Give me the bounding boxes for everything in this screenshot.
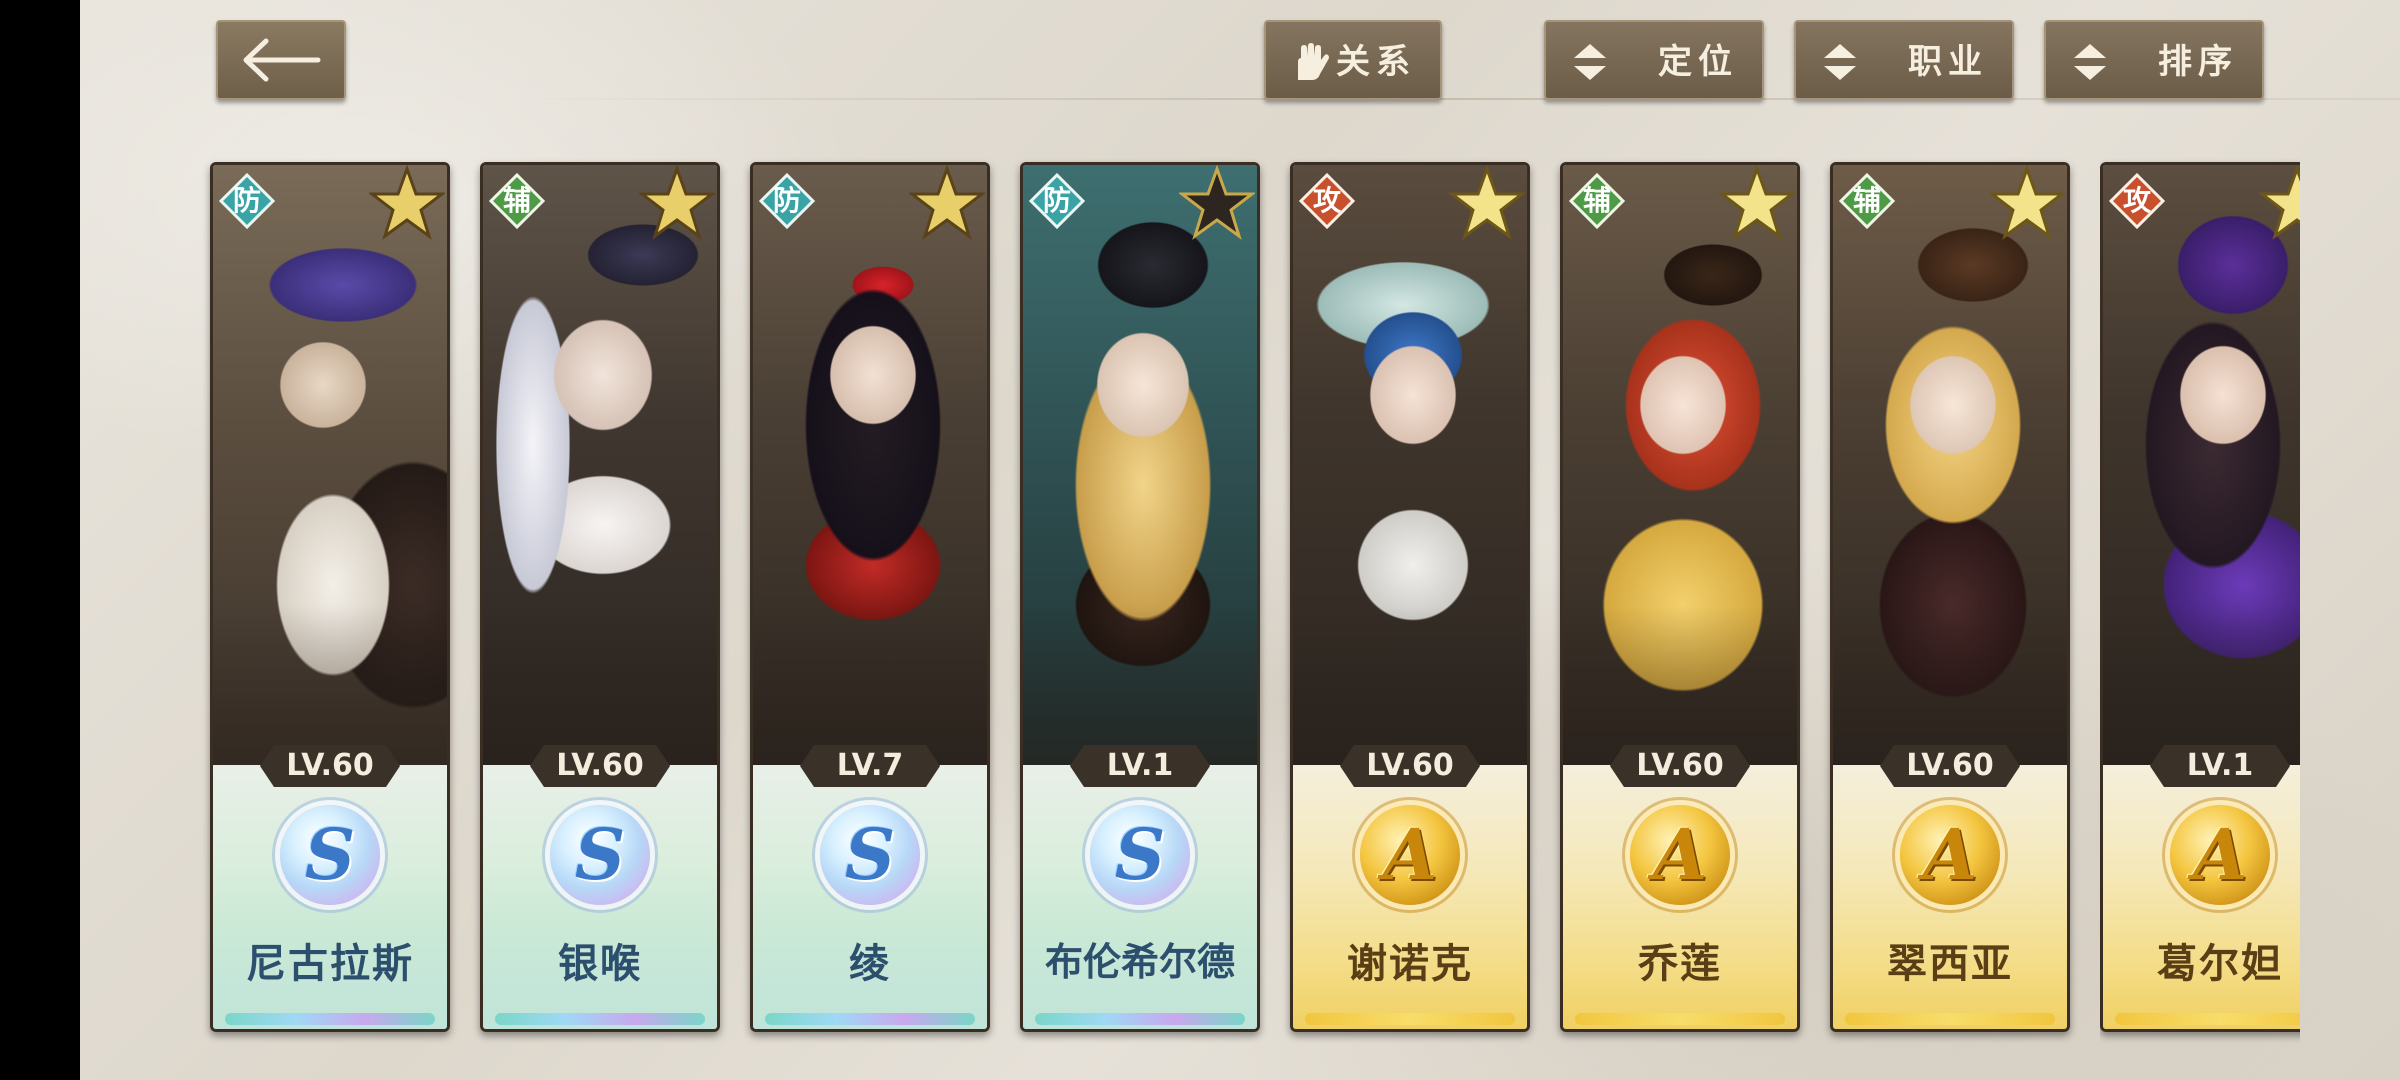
character-card[interactable]: 辅 LV.60 S 银喉 bbox=[480, 162, 720, 1032]
card-bottom-bar bbox=[495, 1013, 705, 1025]
card-bottom-bar bbox=[765, 1013, 975, 1025]
role-badge: 攻 bbox=[2109, 173, 2165, 229]
position-filter-label: 定位 bbox=[1658, 42, 1738, 82]
class-filter-button[interactable]: 职业 bbox=[1794, 20, 2014, 100]
level-label: LV.60 bbox=[260, 745, 400, 787]
character-card[interactable]: 攻 LV.60 A 谢诺克 bbox=[1290, 162, 1530, 1032]
card-bottom-bar bbox=[1305, 1013, 1515, 1025]
role-badge: 防 bbox=[759, 173, 815, 229]
card-bottom-bar bbox=[225, 1013, 435, 1025]
sort-updown-icon bbox=[1574, 44, 1606, 80]
sort-button[interactable]: 排序 bbox=[2044, 20, 2264, 100]
card-clip-region: 攻 LV.1 A 葛尔妲 bbox=[2100, 150, 2300, 1050]
character-card[interactable]: 防 LV.7 S 绫 bbox=[750, 162, 990, 1032]
level-label: LV.60 bbox=[1340, 745, 1480, 787]
role-badge: 防 bbox=[1029, 173, 1085, 229]
relationship-button-label: 关系 bbox=[1336, 42, 1416, 82]
role-badge: 辅 bbox=[1569, 173, 1625, 229]
character-portrait bbox=[753, 165, 987, 785]
card-bottom-bar bbox=[1845, 1013, 2055, 1025]
rarity-a-icon: A bbox=[1360, 805, 1460, 905]
role-badge: 防 bbox=[219, 173, 275, 229]
character-portrait bbox=[1833, 165, 2067, 785]
star-icon bbox=[2259, 165, 2300, 240]
character-name: 翠西亚 bbox=[1887, 941, 2013, 987]
character-portrait bbox=[1023, 165, 1257, 785]
level-label: LV.1 bbox=[2150, 745, 2290, 787]
rarity-s-icon: S bbox=[1090, 805, 1190, 905]
level-label: LV.60 bbox=[1610, 745, 1750, 787]
character-name: 尼古拉斯 bbox=[246, 941, 414, 987]
card-bottom-bar bbox=[2115, 1013, 2300, 1025]
back-arrow-icon bbox=[243, 38, 321, 82]
character-portrait bbox=[2103, 165, 2300, 785]
rarity-s-icon: S bbox=[550, 805, 650, 905]
sort-updown-icon bbox=[2074, 44, 2106, 80]
star-icon bbox=[369, 165, 445, 240]
level-label: LV.60 bbox=[1880, 745, 2020, 787]
character-name: 绫 bbox=[849, 941, 891, 987]
sort-button-label: 排序 bbox=[2158, 42, 2238, 82]
star-icon bbox=[1719, 165, 1795, 240]
position-filter-button[interactable]: 定位 bbox=[1544, 20, 1764, 100]
character-card[interactable]: 防 LV.60 S 尼古拉斯 bbox=[210, 162, 450, 1032]
back-button[interactable] bbox=[216, 20, 346, 100]
card-bottom-bar bbox=[1035, 1013, 1245, 1025]
rarity-s-icon: S bbox=[280, 805, 380, 905]
role-badge: 攻 bbox=[1299, 173, 1355, 229]
character-portrait bbox=[483, 165, 717, 785]
character-name: 谢诺克 bbox=[1347, 941, 1473, 987]
rarity-a-icon: A bbox=[1630, 805, 1730, 905]
character-portrait bbox=[1563, 165, 1797, 785]
glove-icon bbox=[1298, 43, 1329, 80]
character-portrait bbox=[1293, 165, 1527, 785]
character-name: 布伦希尔德 bbox=[1044, 940, 1235, 984]
role-badge: 辅 bbox=[1839, 173, 1895, 229]
character-card[interactable]: 辅 LV.60 A 翠西亚 bbox=[1830, 162, 2070, 1032]
character-name: 银喉 bbox=[558, 941, 642, 987]
level-label: LV.1 bbox=[1070, 745, 1210, 787]
character-card[interactable]: 防 LV.1 S 布伦希尔德 bbox=[1020, 162, 1260, 1032]
rarity-a-icon: A bbox=[2170, 805, 2270, 905]
star-icon bbox=[1989, 165, 2065, 240]
star-icon bbox=[909, 165, 985, 240]
character-card[interactable]: 辅 LV.60 A 乔莲 bbox=[1560, 162, 1800, 1032]
character-portrait bbox=[213, 165, 447, 785]
rarity-s-icon: S bbox=[820, 805, 920, 905]
rarity-a-icon: A bbox=[1900, 805, 2000, 905]
card-bottom-bar bbox=[1575, 1013, 1785, 1025]
class-filter-label: 职业 bbox=[1908, 42, 1988, 82]
star-icon bbox=[1179, 165, 1255, 240]
character-name: 葛尔妲 bbox=[2157, 941, 2283, 987]
character-roster-screen: 关系 定位 职业 排序 防 LV.60 S 尼古拉斯 辅 LV.60 S 银喉 … bbox=[80, 0, 2400, 1080]
sort-updown-icon bbox=[1824, 44, 1856, 80]
level-label: LV.7 bbox=[800, 745, 940, 787]
level-label: LV.60 bbox=[530, 745, 670, 787]
relationship-button[interactable]: 关系 bbox=[1264, 20, 1442, 100]
star-icon bbox=[1449, 165, 1525, 240]
role-badge: 辅 bbox=[489, 173, 545, 229]
character-card[interactable]: 攻 LV.1 A 葛尔妲 bbox=[2100, 162, 2300, 1032]
character-name: 乔莲 bbox=[1638, 941, 1722, 987]
star-icon bbox=[639, 165, 715, 240]
